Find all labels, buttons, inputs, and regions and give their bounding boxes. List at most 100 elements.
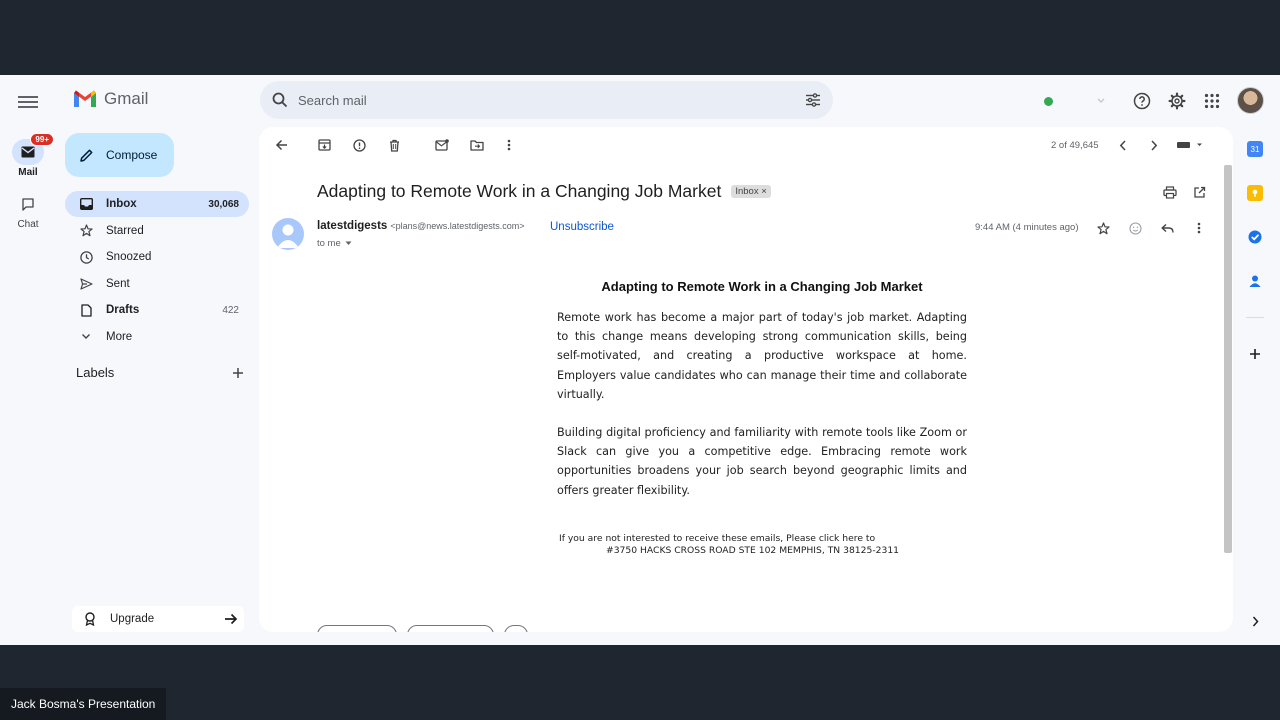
caret-down-icon <box>345 241 352 245</box>
apps-grid-icon[interactable] <box>1201 90 1223 112</box>
help-icon[interactable] <box>1131 90 1153 112</box>
compose-label: Compose <box>106 148 158 162</box>
add-label-icon[interactable] <box>232 367 244 379</box>
hide-panel-chevron-icon[interactable] <box>1247 613 1263 629</box>
nav-sent-label: Sent <box>106 277 130 290</box>
nav-drafts-label: Drafts <box>106 304 140 316</box>
delete-icon[interactable] <box>386 137 402 153</box>
nav-starred[interactable]: Starred <box>65 218 249 244</box>
open-new-window-icon[interactable] <box>1191 184 1207 200</box>
rail-chat-label: Chat <box>17 219 39 230</box>
reply-button[interactable] <box>317 625 397 632</box>
unread-badge: 99+ <box>30 133 54 146</box>
status-indicator[interactable] <box>1034 88 1114 114</box>
scrollbar-thumb[interactable] <box>1224 165 1232 553</box>
input-tools-icon[interactable] <box>1176 137 1204 153</box>
search-input[interactable] <box>298 92 805 108</box>
gear-icon[interactable] <box>1166 90 1188 112</box>
clock-icon <box>79 250 93 264</box>
email-paragraph-1: Remote work has become a major part of t… <box>557 311 967 401</box>
drafts-count: 422 <box>222 304 239 316</box>
nav-drafts[interactable]: Drafts 422 <box>65 297 249 323</box>
subject-text: Adapting to Remote Work in a Changing Jo… <box>317 181 722 201</box>
recipient-details[interactable]: to me <box>317 238 352 249</box>
emoji-button[interactable] <box>504 625 528 632</box>
footer-address: #3750 HACKS CROSS ROAD STE 102 MEMPHIS, … <box>606 545 900 556</box>
back-arrow-icon[interactable] <box>273 137 289 153</box>
nav-sent[interactable]: Sent <box>65 271 249 297</box>
message-more-icon[interactable] <box>1191 220 1207 236</box>
send-icon <box>79 277 93 291</box>
nav-inbox-label: Inbox <box>106 198 137 210</box>
recipient-text: to me <box>317 238 341 249</box>
reply-icon[interactable] <box>1159 220 1175 236</box>
gmail-window: 99+ Mail Chat Gmail Search mail Compose … <box>0 75 1280 645</box>
main-menu-icon[interactable] <box>18 93 38 109</box>
compose-button[interactable]: Compose <box>65 133 174 177</box>
forward-button[interactable] <box>407 625 494 632</box>
star-icon <box>79 224 93 238</box>
keep-icon[interactable] <box>1247 185 1263 201</box>
mark-unread-icon[interactable] <box>434 137 450 153</box>
draft-icon <box>79 303 93 317</box>
inbox-label-chip[interactable]: Inbox × <box>731 185 771 198</box>
chevron-down-icon <box>1097 98 1105 103</box>
brand-name: Gmail <box>104 89 149 108</box>
calendar-day: 31 <box>1250 144 1260 154</box>
email-time: 9:44 AM (4 minutes ago) <box>975 222 1079 233</box>
chevron-right-icon[interactable] <box>1146 137 1162 153</box>
add-addon-icon[interactable] <box>1247 346 1263 362</box>
arrow-right-icon <box>225 613 238 625</box>
chat-icon <box>12 191 44 217</box>
contacts-icon[interactable] <box>1247 273 1263 289</box>
nav-more[interactable]: More <box>65 324 249 350</box>
email-paragraph-2: Building digital proficiency and familia… <box>557 426 967 497</box>
labels-section: Labels <box>76 365 244 380</box>
chevron-down-icon <box>79 330 93 344</box>
nav-more-label: More <box>106 330 133 343</box>
footer-unsubscribe-text[interactable]: If you are not interested to receive the… <box>559 533 899 545</box>
labels-heading: Labels <box>76 365 115 380</box>
side-panel: 31 <box>1240 127 1270 637</box>
more-vertical-icon[interactable] <box>501 137 517 153</box>
star-icon[interactable] <box>1095 220 1111 236</box>
nav-snoozed-label: Snoozed <box>106 251 152 263</box>
report-spam-icon[interactable] <box>351 137 367 153</box>
gmail-logo[interactable]: Gmail <box>72 89 148 109</box>
rail-chat[interactable]: Chat <box>0 191 56 230</box>
upgrade-button[interactable]: Upgrade <box>72 606 244 632</box>
search-icon[interactable] <box>272 92 288 108</box>
search-bar[interactable] <box>260 81 833 119</box>
search-options-icon[interactable] <box>805 93 821 107</box>
email-subject: Adapting to Remote Work in a Changing Jo… <box>317 181 771 202</box>
nav-snoozed[interactable]: Snoozed <box>65 244 249 270</box>
email-footer: If you are not interested to receive the… <box>559 533 899 557</box>
move-to-folder-icon[interactable] <box>469 137 485 153</box>
sender-avatar[interactable] <box>272 218 304 250</box>
nav-inbox[interactable]: Inbox 30,068 <box>65 191 249 217</box>
sender-name[interactable]: latestdigests <box>317 220 387 232</box>
presentation-label: Jack Bosma's Presentation <box>0 688 167 720</box>
tasks-icon[interactable] <box>1247 229 1263 245</box>
email-view: 2 of 49,645 Adapting to Remote Work in a… <box>259 127 1233 632</box>
gmail-m-icon <box>74 90 96 107</box>
print-icon[interactable] <box>1162 184 1178 200</box>
emoji-reaction-icon[interactable] <box>1127 220 1143 236</box>
nav-starred-label: Starred <box>106 224 144 237</box>
email-body: Adapting to Remote Work in a Changing Jo… <box>557 279 967 519</box>
active-status-dot <box>1044 96 1053 106</box>
email-body-title: Adapting to Remote Work in a Changing Jo… <box>601 279 923 294</box>
rail-mail-label: Mail <box>18 167 38 178</box>
rail-mail[interactable]: 99+ Mail <box>0 133 56 178</box>
pencil-icon <box>80 149 93 162</box>
upgrade-label: Upgrade <box>110 613 155 625</box>
award-icon <box>85 612 95 626</box>
sender-email: <plans@news.latestdigests.com> <box>390 221 525 231</box>
unsubscribe-link[interactable]: Unsubscribe <box>550 221 614 233</box>
account-avatar[interactable] <box>1237 87 1264 114</box>
side-panel-divider <box>1246 317 1264 318</box>
archive-icon[interactable] <box>316 137 332 153</box>
chevron-left-icon[interactable] <box>1115 137 1131 153</box>
folder-nav: Inbox 30,068 Starred Snoozed Sent Drafts… <box>65 191 249 350</box>
calendar-icon[interactable]: 31 <box>1247 141 1263 157</box>
